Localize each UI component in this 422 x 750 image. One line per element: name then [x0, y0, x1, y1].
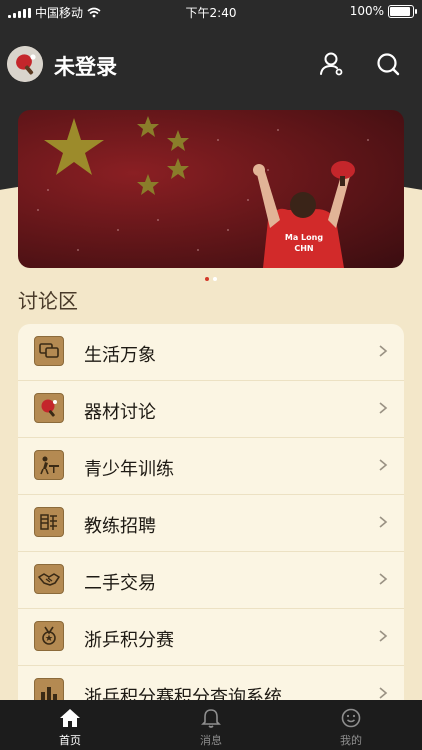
forum-item-life[interactable]: 生活万象: [18, 324, 404, 381]
jersey-name: Ma Long: [285, 233, 323, 242]
chevron-right-icon: [379, 345, 388, 357]
forum-item-label: 浙乒积分赛积分查询系统: [84, 687, 282, 700]
smile-face-icon: [341, 708, 361, 728]
carousel-dot-active[interactable]: [205, 277, 209, 281]
tab-messages[interactable]: 消息: [171, 700, 251, 750]
forum-item-label: 教练招聘: [84, 516, 156, 537]
forum-item-label: 青少年训练: [84, 459, 174, 480]
tab-messages-label: 消息: [200, 734, 222, 747]
chevron-right-icon: [379, 630, 388, 642]
medal-icon: [34, 621, 64, 651]
user-icon: [320, 52, 343, 76]
tab-home-label: 首页: [59, 734, 81, 747]
banner-carousel[interactable]: Ma Long CHN: [18, 110, 404, 268]
search-icon: [377, 53, 400, 76]
chevron-right-icon: [379, 459, 388, 471]
carousel-indicator: [0, 277, 422, 281]
jersey-country: CHN: [294, 244, 313, 253]
forum-item-zhejiang-points-match[interactable]: 浙乒积分赛: [18, 609, 404, 666]
tab-bar: 首页 消息 我的: [0, 700, 422, 750]
recruit-icon: [34, 507, 64, 537]
chevron-right-icon: [379, 687, 388, 699]
table-tennis-player-icon: [34, 450, 64, 480]
handshake-icon: [34, 564, 64, 594]
bell-icon: [201, 709, 221, 728]
forum-list: 生活万象 器材讨论 青少年训练 教练招聘 二手交易 浙乒积分赛 浙乒积分赛积分查…: [18, 324, 404, 700]
login-status-label[interactable]: 未登录: [54, 51, 117, 81]
forum-item-points-query[interactable]: 浙乒积分赛积分查询系统: [18, 666, 404, 700]
tab-mine[interactable]: 我的: [311, 700, 391, 750]
tab-home[interactable]: 首页: [30, 700, 110, 750]
home-icon: [60, 709, 80, 727]
bar-chart-icon: [34, 678, 64, 700]
avatar[interactable]: [7, 46, 43, 82]
search-button[interactable]: [374, 50, 402, 78]
battery-icon: [388, 4, 417, 18]
battery-percent: 100%: [349, 4, 384, 18]
forum-item-label: 二手交易: [84, 573, 156, 594]
forum-item-label: 生活万象: [84, 345, 156, 366]
section-title: 讨论区: [18, 289, 78, 313]
forum-item-label: 浙乒积分赛: [84, 630, 174, 651]
chevron-right-icon: [379, 516, 388, 528]
tab-mine-label: 我的: [340, 734, 362, 747]
forum-item-youth-training[interactable]: 青少年训练: [18, 438, 404, 495]
forum-item-second-hand[interactable]: 二手交易: [18, 552, 404, 609]
banner-image: Ma Long CHN: [37, 116, 369, 268]
profile-button[interactable]: [318, 50, 346, 78]
app-header: 未登录: [0, 40, 422, 92]
ping-pong-paddle-icon: [34, 393, 64, 423]
ping-pong-paddle-icon: [7, 46, 43, 82]
carousel-dot[interactable]: [213, 277, 217, 281]
chevron-right-icon: [379, 402, 388, 414]
forum-item-coach-recruit[interactable]: 教练招聘: [18, 495, 404, 552]
forum-item-equipment[interactable]: 器材讨论: [18, 381, 404, 438]
chevron-right-icon: [379, 573, 388, 585]
status-bar: 中国移动 下午2:40 100%: [0, 0, 422, 22]
forum-item-label: 器材讨论: [84, 402, 156, 423]
chat-bubbles-icon: [34, 336, 64, 366]
